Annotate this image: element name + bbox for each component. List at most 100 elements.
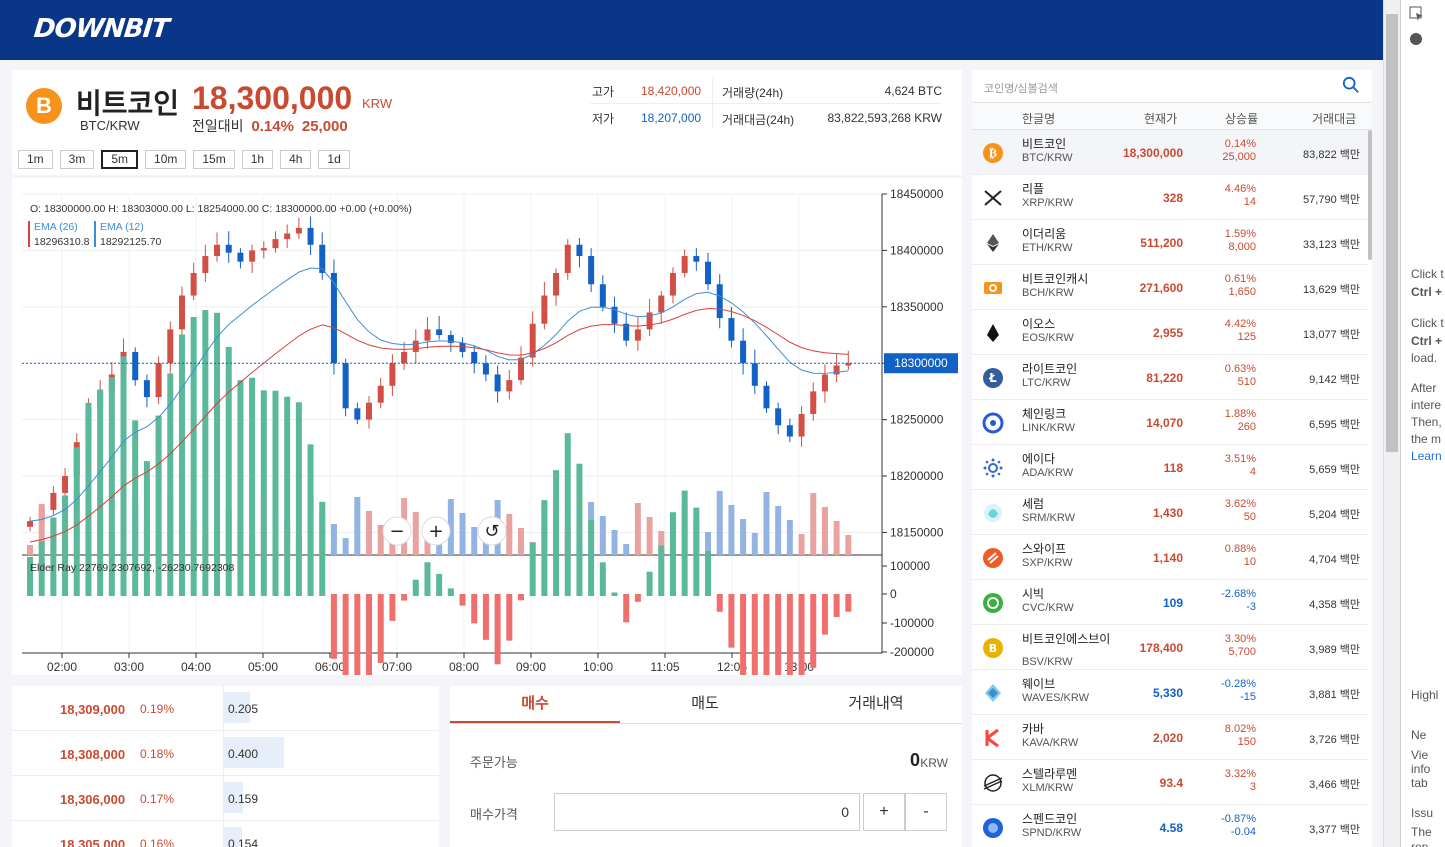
volume-bar [506,514,513,555]
record-icon[interactable] [1409,32,1423,46]
downbit-logo[interactable]: DOWNBIT [32,14,170,44]
prev-day-change: 전일대비 0.14% 25,000 [192,116,348,136]
market-row-spnd[interactable]: 스펜드코인 SPND/KRW 4.58 -0.87% -0.04 3,377 백만 [972,805,1368,847]
market-row-sxp[interactable]: 스와이프 SXP/KRW 1,140 0.88% 10 4,704 백만 [972,535,1368,580]
market-change: 0.88% 10 [1225,543,1256,569]
market-coin-pair: KAVA/KRW [1022,737,1079,749]
market-row-bsv[interactable]: B 비트코인에스브이 BSV/KRW 178,400 3.30% 5,700 3,… [972,625,1368,670]
inspect-icon[interactable] [1409,6,1425,22]
elder-bar [646,571,653,596]
elder-bar [810,594,817,668]
volume-bar [716,491,723,555]
timeframe-4h[interactable]: 4h [280,150,312,169]
timeframe-1h[interactable]: 1h [241,150,274,169]
chart-svg[interactable]: 18450000 18400000 18350000 18300000 18250000… [12,178,962,764]
elder-bar [798,594,805,714]
market-list: 코인명/심볼검색 한글명 현재가 상승률 거래대금 ₿ 비트코인 BTC/KRW… [972,70,1372,847]
market-change-pct: 3.32% [1224,768,1256,780]
market-row-waves[interactable]: 웨이브 WAVES/KRW 5,330 -0.28% -15 3,881 백만 [972,670,1368,715]
coin-search-input[interactable]: 코인명/심볼검색 [984,80,1058,96]
candle-body [27,521,33,527]
elder-bar [845,594,852,612]
market-coin-name: 에이다 [1022,452,1056,466]
header-price[interactable]: 현재가 [1144,110,1177,127]
page-scroll-thumb[interactable] [1386,14,1398,452]
market-row-xrp[interactable]: 리플 XRP/KRW 328 4.46% 14 57,790 백만 [972,175,1368,220]
buy-price-input[interactable]: 0 [554,793,860,831]
ob-price[interactable]: 18,309,000 [60,702,125,717]
zoom-in-button-icon[interactable]: + [428,521,443,542]
search-icon[interactable] [1342,76,1360,94]
devtools-text: the m [1411,432,1442,446]
elder-bar [307,444,314,596]
market-coin-name: 비트코인캐시 [1022,272,1089,286]
timeframe-3m[interactable]: 3m [59,150,95,169]
market-row-btc[interactable]: ₿ 비트코인 BTC/KRW 18,300,000 0.14% 25,000 83… [972,130,1368,175]
ob-price[interactable]: 18,305,000 [60,837,125,847]
market-change: 0.14% 25,000 [1222,138,1256,164]
market-scrollbar[interactable] [1368,130,1372,260]
ema12-line [29,267,849,522]
timeframe-5m[interactable]: 5m [101,150,139,169]
header-volume[interactable]: 거래대금 [1312,110,1356,127]
tab-sell[interactable]: 매도 [620,686,790,724]
price-minus-button[interactable]: - [905,793,947,831]
devtools-text: Ctrl + [1411,285,1443,299]
market-coin-pair: CVC/KRW [1022,602,1074,614]
market-change-amt: 10 [1243,556,1256,568]
market-row-cvc[interactable]: 시빅 CVC/KRW 109 -2.68% -3 4,358 백만 [972,580,1368,625]
btc-icon: ₿ [983,143,1003,163]
orderbook-row[interactable]: 18,308,000 0.18% 0.400 [12,731,439,776]
tab-buy[interactable]: 매수 [450,686,620,724]
market-row-xlm[interactable]: 스텔라루멘 XLM/KRW 93.4 3.32% 3 3,466 백만 [972,760,1368,805]
ytick-label: 18450000 [890,187,944,201]
elder-bar [249,377,256,596]
candle-body [190,272,197,296]
devtools-text: Then, [1411,415,1442,429]
page-scrollbar[interactable] [1383,0,1400,847]
zoom-out-button-icon[interactable]: − [389,521,404,542]
market-row-link[interactable]: 체인링크 LINK/KRW 14,070 1.88% 260 6,595 백만 [972,400,1368,445]
timeframe-1m[interactable]: 1m [18,150,53,169]
elder-bar [786,594,793,764]
reset-zoom-button-icon[interactable]: ↺ [484,521,499,542]
candle-body [377,385,384,403]
market-price: 2,955 [1152,326,1183,340]
tab-history[interactable]: 거래내역 [791,686,961,724]
market-change-amt: 150 [1237,736,1256,748]
coin-name: 비트코인 [76,88,180,119]
devtools-text: Click t [1411,267,1444,281]
ema26-value: 18296310.8 [34,236,90,248]
elder-bar [588,519,595,596]
price-plus-button[interactable]: + [863,793,905,831]
orderbook-row[interactable]: 18,305,000 0.16% 0.154 [12,821,439,847]
xtick-label: 09:00 [516,660,546,674]
orderbook-row[interactable]: 18,309,000 0.19% 0.205 [12,686,439,731]
orderbook-row[interactable]: 18,306,000 0.17% 0.159 [12,776,439,821]
bch-icon [984,282,1002,294]
timeframe-15m[interactable]: 15m [193,150,235,169]
market-row-kava[interactable]: 카바 KAVA/KRW 2,020 8.02% 150 3,726 백만 [972,715,1368,760]
elder-bar [658,545,665,596]
elder-bar [471,594,478,624]
price-chart[interactable]: 18450000 18400000 18350000 18300000 18250000… [12,178,962,764]
candle-body [272,239,279,249]
ob-price[interactable]: 18,308,000 [60,747,125,762]
candle-body [599,284,606,307]
market-coin-pair: BCH/KRW [1022,287,1074,299]
timeframe-10m[interactable]: 10m [145,150,187,169]
change-pct: 0.14% [251,118,294,135]
market-row-ada[interactable]: 에이다 ADA/KRW 118 3.51% 4 5,659 백만 [972,445,1368,490]
market-row-ltc[interactable]: Ł 라이트코인 LTC/KRW 81,220 0.63% 510 9,142 백만 [972,355,1368,400]
elder-bar [705,551,712,596]
market-row-bch[interactable]: 비트코인캐시 BCH/KRW 271,600 0.61% 1,650 13,629… [972,265,1368,310]
market-row-eth[interactable]: 이더리움 ETH/KRW 511,200 1.59% 8,000 33,123 백… [972,220,1368,265]
timeframe-1d[interactable]: 1d [318,150,350,169]
market-row-srm[interactable]: 세럼 SRM/KRW 1,430 3.62% 50 5,204 백만 [972,490,1368,535]
header-change[interactable]: 상승률 [1225,110,1258,127]
market-row-eos[interactable]: 이오스 EOS/KRW 2,955 4.42% 125 13,077 백만 [972,310,1368,355]
ob-price[interactable]: 18,306,000 [60,792,125,807]
header-name[interactable]: 한글명 [1022,110,1055,127]
market-coin-name: 웨이브 [1022,677,1056,691]
market-coin-name: 이더리움 [1022,227,1067,241]
